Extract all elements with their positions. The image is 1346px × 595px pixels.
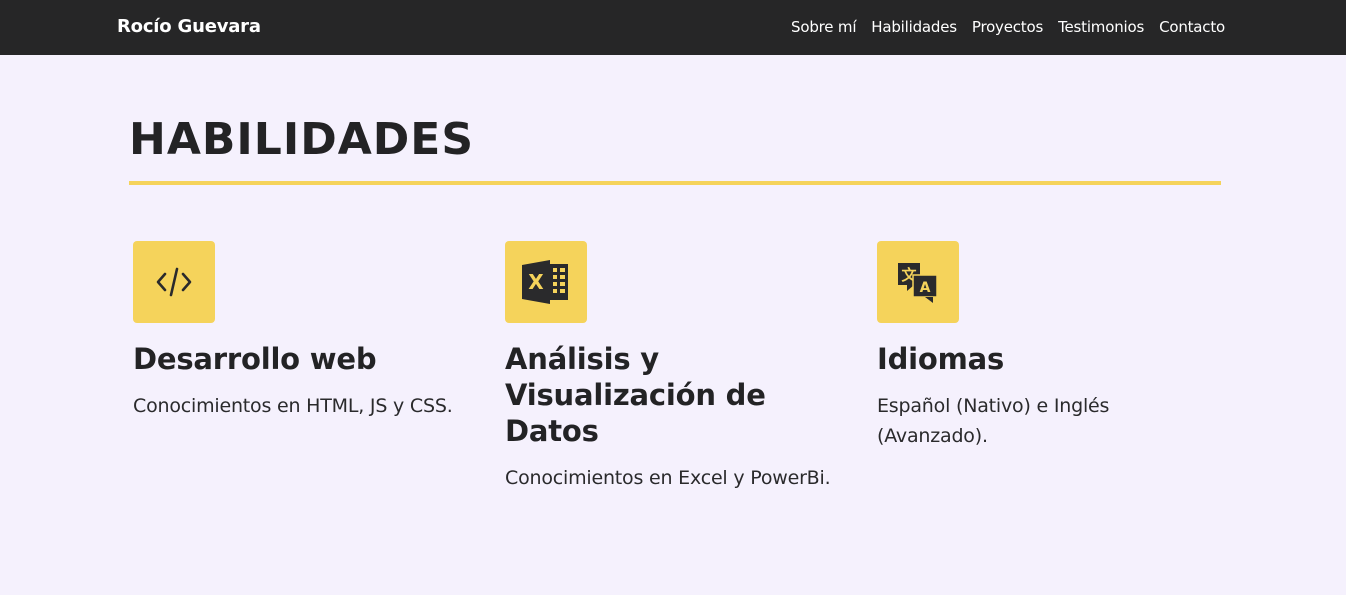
nav-link-testimonios[interactable]: Testimonios	[1058, 18, 1144, 36]
skill-card-languages: 文 A Idiomas Español (Nativo) e Inglés (A…	[877, 241, 1227, 451]
brand-logo-text[interactable]: Rocío Guevara	[117, 16, 261, 37]
skill-card-data: X Análisis y Visualización de Datos Cono…	[505, 241, 855, 493]
skill-description: Español (Nativo) e Inglés (Avanzado).	[877, 395, 1110, 447]
translate-icon: 文 A	[877, 241, 959, 323]
nav-link-sobre-mi[interactable]: Sobre mí	[791, 18, 856, 36]
section-title: HABILIDADES	[129, 114, 475, 165]
skill-title: Desarrollo web	[133, 342, 377, 376]
skill-title: Análisis y Visualización de Datos	[505, 342, 766, 448]
skill-description: Conocimientos en HTML, JS y CSS.	[133, 395, 453, 417]
nav-link-proyectos[interactable]: Proyectos	[972, 18, 1043, 36]
section-title-underline	[129, 181, 1221, 185]
top-navbar: Rocío Guevara Sobre mí Habilidades Proye…	[0, 0, 1346, 55]
svg-text:X: X	[528, 270, 544, 294]
skill-card-web: Desarrollo web Conocimientos en HTML, JS…	[133, 241, 483, 421]
skill-title: Idiomas	[877, 342, 1005, 376]
excel-icon: X	[505, 241, 587, 323]
nav-link-contacto[interactable]: Contacto	[1159, 18, 1225, 36]
svg-text:A: A	[920, 280, 931, 296]
code-icon	[133, 241, 215, 323]
nav-link-habilidades[interactable]: Habilidades	[871, 18, 957, 36]
nav-links: Sobre mí Habilidades Proyectos Testimoni…	[791, 18, 1225, 36]
skill-description: Conocimientos en Excel y PowerBi.	[505, 467, 831, 489]
